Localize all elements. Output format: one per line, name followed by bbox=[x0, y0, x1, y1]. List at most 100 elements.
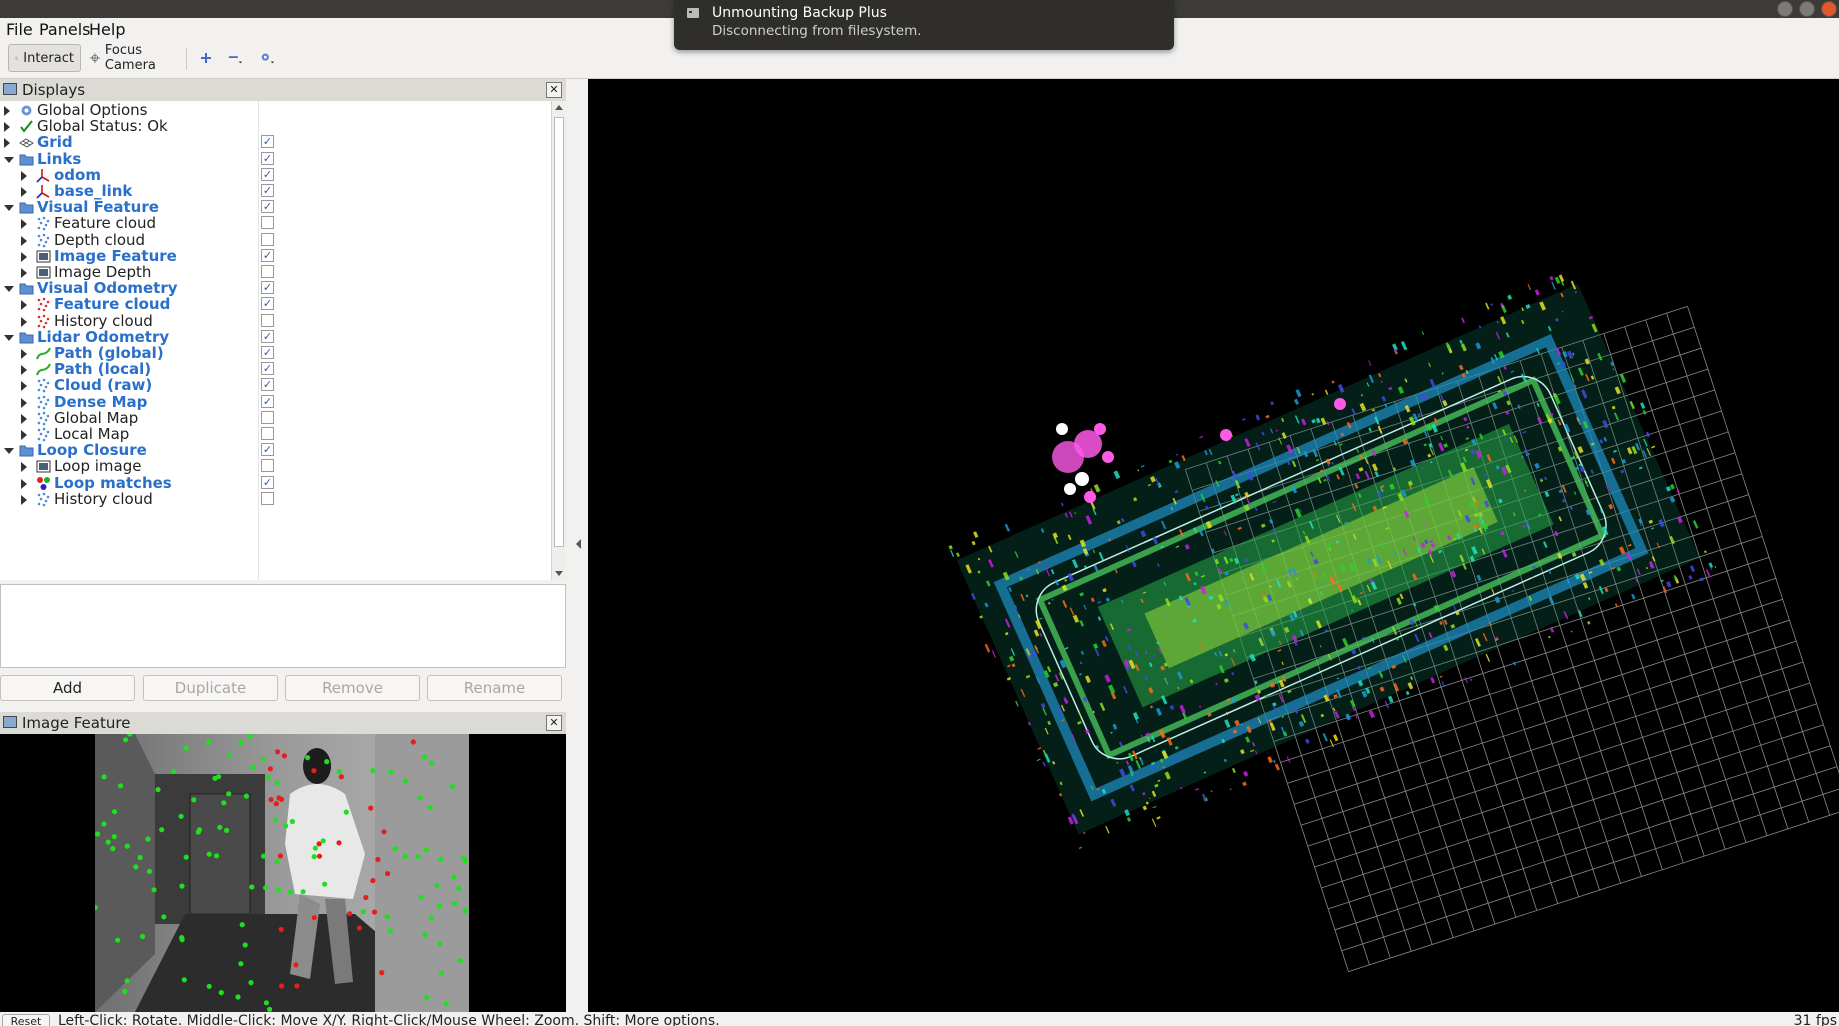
display-enabled-checkbox[interactable]: ✓ bbox=[261, 443, 274, 457]
display-enabled-checkbox[interactable] bbox=[261, 313, 274, 327]
expand-right-icon[interactable] bbox=[21, 316, 27, 327]
expand-right-icon[interactable] bbox=[21, 430, 27, 440]
menu-panels[interactable]: Panels bbox=[39, 20, 91, 39]
display-enabled-checkbox[interactable]: ✓ bbox=[261, 346, 274, 359]
expand-right-icon[interactable] bbox=[21, 462, 27, 473]
map-point bbox=[991, 650, 997, 659]
display-enabled-checkbox[interactable]: ✓ bbox=[261, 151, 274, 165]
expand-right-icon[interactable] bbox=[21, 300, 27, 311]
expand-down-icon[interactable] bbox=[4, 448, 14, 455]
display-enabled-checkbox[interactable]: ✓ bbox=[261, 167, 274, 181]
display-enabled-checkbox[interactable]: ✓ bbox=[261, 200, 274, 214]
map-point bbox=[1688, 575, 1693, 580]
display-enabled-checkbox[interactable]: ✓ bbox=[261, 248, 274, 262]
feature-point bbox=[316, 853, 323, 859]
menu-file[interactable]: File bbox=[6, 20, 33, 39]
map-point bbox=[1305, 738, 1310, 744]
grid-line bbox=[1348, 808, 1839, 973]
focus-camera-button[interactable]: Focus Camera bbox=[84, 43, 176, 73]
reset-button[interactable]: Reset bbox=[2, 1014, 50, 1026]
feature-point bbox=[221, 800, 227, 806]
expand-down-icon[interactable] bbox=[4, 286, 14, 293]
close-panel-icon[interactable]: ✕ bbox=[546, 82, 562, 98]
display-enabled-checkbox[interactable] bbox=[261, 216, 274, 230]
close-image-panel-icon[interactable]: ✕ bbox=[546, 715, 562, 731]
display-enabled-checkbox[interactable]: ✓ bbox=[261, 329, 274, 343]
expand-right-icon[interactable] bbox=[21, 251, 27, 262]
feature-point bbox=[124, 843, 130, 849]
menu-help[interactable]: Help bbox=[89, 20, 125, 39]
display-enabled-checkbox[interactable] bbox=[261, 491, 274, 505]
add-tool-button[interactable] bbox=[194, 44, 218, 72]
display-enabled-checkbox[interactable]: ✓ bbox=[261, 281, 274, 295]
expand-right-icon[interactable] bbox=[21, 235, 27, 246]
panel-splitter[interactable] bbox=[566, 79, 588, 1012]
minimize-icon[interactable] bbox=[1777, 1, 1793, 17]
display-enabled-checkbox[interactable]: ✓ bbox=[261, 297, 274, 311]
expand-down-icon[interactable] bbox=[4, 156, 14, 163]
expand-down-icon[interactable] bbox=[4, 334, 14, 341]
map-point bbox=[1210, 790, 1213, 793]
expand-right-icon[interactable] bbox=[4, 122, 10, 133]
scrollbar-thumb[interactable] bbox=[554, 117, 564, 547]
collapse-arrow-icon[interactable] bbox=[576, 539, 581, 549]
expand-right-icon[interactable] bbox=[21, 478, 27, 489]
interact-button[interactable]: Interact bbox=[8, 44, 81, 72]
map-point bbox=[1400, 340, 1408, 351]
scroll-up-icon[interactable] bbox=[555, 105, 563, 110]
rename-button[interactable]: Rename bbox=[427, 675, 562, 701]
expand-right-icon[interactable] bbox=[4, 106, 10, 116]
display-enabled-checkbox[interactable]: ✓ bbox=[261, 362, 274, 376]
feature-point bbox=[105, 839, 111, 845]
feature-point bbox=[289, 818, 295, 825]
expand-right-icon[interactable] bbox=[21, 494, 27, 505]
image-feature-panel-header: Image Feature ✕ bbox=[0, 712, 566, 735]
display-enabled-checkbox[interactable] bbox=[261, 232, 274, 246]
expand-down-icon[interactable] bbox=[4, 205, 14, 212]
view-options-button[interactable] bbox=[254, 44, 282, 72]
pointcloud-red-icon bbox=[36, 297, 51, 312]
expand-right-icon[interactable] bbox=[21, 349, 27, 359]
maximize-icon[interactable] bbox=[1799, 1, 1815, 17]
expand-right-icon[interactable] bbox=[21, 268, 27, 278]
feature-point bbox=[249, 884, 255, 890]
fps-counter: 31 fps bbox=[1793, 1013, 1837, 1026]
expand-right-icon[interactable] bbox=[21, 365, 27, 376]
scroll-down-icon[interactable] bbox=[555, 571, 563, 576]
close-icon[interactable] bbox=[1821, 1, 1837, 17]
display-enabled-checkbox[interactable] bbox=[261, 427, 274, 440]
display-enabled-checkbox[interactable]: ✓ bbox=[261, 135, 274, 149]
expand-right-icon[interactable] bbox=[21, 219, 27, 230]
displays-panel-title: Displays bbox=[22, 81, 86, 99]
notification-message: Disconnecting from filesystem. bbox=[712, 23, 922, 39]
3d-render-view[interactable] bbox=[588, 79, 1839, 1012]
display-enabled-checkbox[interactable] bbox=[261, 459, 274, 473]
expand-right-icon[interactable] bbox=[21, 381, 27, 392]
duplicate-button[interactable]: Duplicate bbox=[143, 675, 278, 701]
displays-scrollbar[interactable] bbox=[551, 101, 567, 580]
add-button[interactable]: Add bbox=[0, 675, 135, 701]
feature-point bbox=[124, 978, 130, 984]
map-point bbox=[1587, 621, 1591, 625]
display-enabled-checkbox[interactable]: ✓ bbox=[261, 184, 274, 197]
map-point bbox=[1037, 747, 1042, 750]
expand-right-icon[interactable] bbox=[21, 413, 27, 424]
display-enabled-checkbox[interactable]: ✓ bbox=[261, 378, 274, 392]
expand-right-icon[interactable] bbox=[4, 138, 10, 149]
display-enabled-checkbox[interactable]: ✓ bbox=[261, 394, 274, 408]
expand-right-icon[interactable] bbox=[21, 170, 27, 181]
feature-point bbox=[122, 988, 128, 995]
map-point bbox=[1705, 569, 1711, 578]
remove-button[interactable]: Remove bbox=[285, 675, 420, 701]
displays-panel-header: Displays ✕ bbox=[0, 79, 566, 102]
feature-point bbox=[311, 854, 317, 860]
expand-right-icon[interactable] bbox=[21, 397, 27, 408]
display-enabled-checkbox[interactable] bbox=[261, 265, 274, 278]
display-enabled-checkbox[interactable] bbox=[261, 410, 274, 424]
grid-line bbox=[1334, 766, 1838, 931]
expand-right-icon[interactable] bbox=[21, 187, 27, 197]
remove-tool-button[interactable] bbox=[222, 44, 250, 72]
display-row[interactable]: History cloud bbox=[0, 490, 552, 509]
display-enabled-checkbox[interactable]: ✓ bbox=[261, 475, 274, 489]
focus-camera-label: Focus Camera bbox=[104, 43, 156, 73]
